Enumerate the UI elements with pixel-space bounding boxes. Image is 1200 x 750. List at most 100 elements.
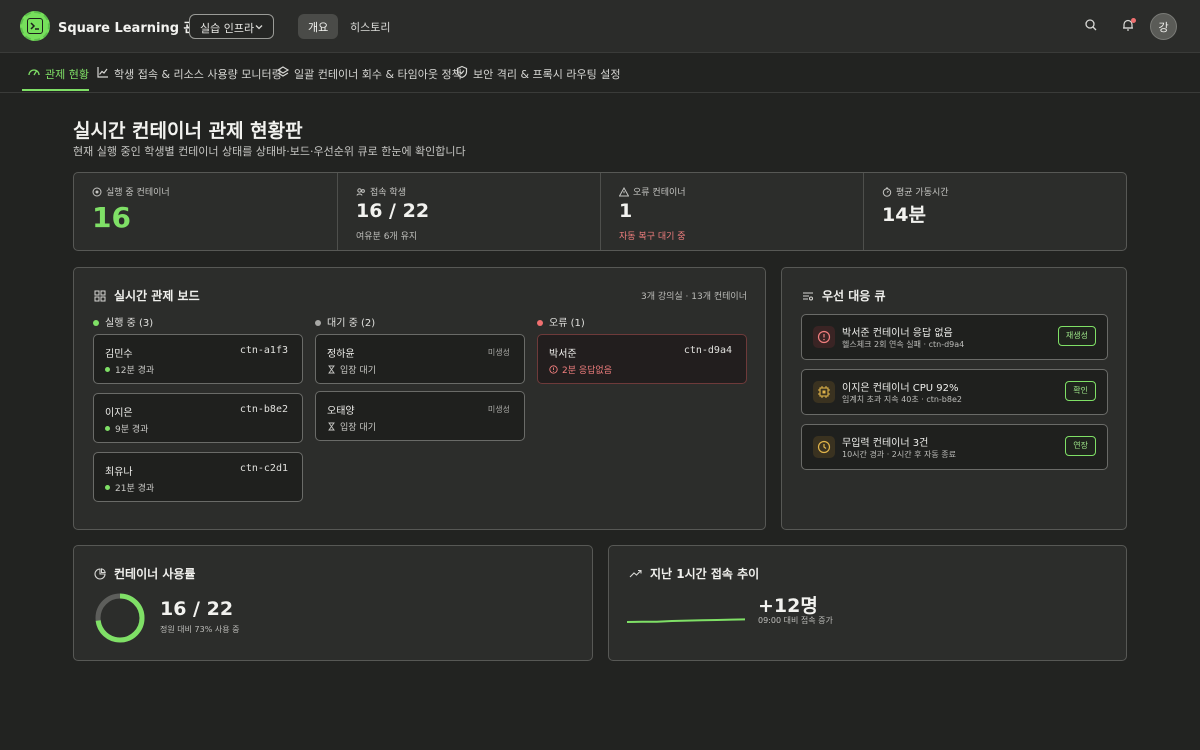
search-icon[interactable] — [1083, 17, 1101, 35]
terminal-icon — [27, 18, 43, 34]
board-title: 실시간 관제 보드 — [114, 289, 200, 303]
users-icon — [356, 188, 365, 196]
container-card[interactable]: 김민수 ctn-a1f3 12분 경과 — [93, 334, 303, 384]
queue-item[interactable]: 이지은 컨테이너 CPU 92% 임계치 초과 지속 40초 · ctn-b8e… — [801, 369, 1108, 415]
container-id: 미생성 — [487, 405, 510, 414]
column-header-waiting: 대기 중 (2) — [315, 314, 375, 329]
cpu-icon — [813, 381, 835, 403]
subnav-label: 보안 격리 & 프록시 라우팅 설정 — [473, 68, 621, 81]
top-bar: Square Learning 관제 실습 인프라 개요 히스토리 강 — [0, 0, 1200, 53]
trend-value: +12명 — [758, 595, 818, 617]
student-name: 오태양 — [327, 406, 355, 417]
container-card[interactable]: 최유나 ctn-c2d1 21분 경과 — [93, 452, 303, 502]
stat-errors: 오류 컨테이너 1 자동 복구 대기 중 — [601, 173, 864, 250]
usage-value: 16 / 22 — [160, 598, 234, 620]
environment-select-value: 실습 인프라 — [200, 22, 255, 35]
hourglass-icon — [328, 422, 335, 431]
waiting-status: 입장 대기 — [340, 366, 376, 376]
container-id: ctn-a1f3 — [239, 345, 288, 356]
queue-title: 우선 대응 큐 — [822, 289, 886, 303]
layers-icon — [276, 66, 290, 77]
queue-item-detail: 임계치 초과 지속 40초 · ctn-b8e2 — [842, 395, 962, 404]
container-id: 미생성 — [487, 348, 510, 357]
usage-title: 컨테이너 사용률 — [114, 567, 196, 581]
pie-chart-icon — [94, 568, 106, 580]
elapsed-time: 21분 경과 — [115, 484, 155, 494]
stat-note: 여유분 6개 유지 — [356, 232, 418, 242]
status-dot — [93, 320, 99, 326]
timer-icon — [882, 187, 892, 197]
recreate-button[interactable]: 재생성 — [1057, 326, 1096, 346]
stat-value: 1 — [619, 200, 633, 222]
priority-queue: 우선 대응 큐 박서준 컨테이너 응답 없음 헬스체크 2회 연속 실패 · c… — [781, 267, 1127, 530]
stat-students: 접속 학생 16 / 22 여유분 6개 유지 — [338, 173, 601, 250]
container-id: ctn-c2d1 — [239, 463, 288, 474]
subnav-label: 일괄 컨테이너 회수 & 타임아웃 정책 — [294, 68, 462, 81]
column-header-running: 실행 중 (3) — [93, 314, 153, 329]
stat-label: 접속 학생 — [370, 188, 406, 198]
student-name: 김민수 — [105, 349, 133, 360]
grid-icon — [94, 290, 106, 302]
student-name: 최유나 — [105, 467, 133, 478]
stat-running: 실행 중 컨테이너 16 — [74, 173, 338, 250]
waiting-status: 입장 대기 — [340, 423, 376, 433]
realtime-board: 실시간 관제 보드 3개 강의실 · 13개 컨테이너 실행 중 (3) 김민수… — [73, 267, 766, 530]
chevron-down-icon — [255, 25, 263, 30]
app-logo[interactable] — [20, 11, 50, 41]
tab-history[interactable]: 히스토리 — [340, 14, 400, 39]
usage-panel: 컨테이너 사용률 16 / 22 정원 대비 73% 사용 중 — [73, 545, 593, 661]
student-name: 정하윤 — [327, 349, 355, 360]
student-name: 박서준 — [549, 349, 577, 360]
target-icon — [92, 187, 102, 197]
usage-subtitle: 정원 대비 73% 사용 중 — [160, 625, 240, 634]
alert-circle-icon — [549, 365, 558, 374]
container-id: ctn-b8e2 — [239, 404, 288, 415]
stats-bar: 실행 중 컨테이너 16 접속 학생 16 / 22 여유분 6개 유지 오류 … — [73, 172, 1127, 251]
tab-overview[interactable]: 개요 — [298, 14, 339, 39]
elapsed-time: 9분 경과 — [115, 425, 149, 435]
elapsed-time: 12분 경과 — [115, 366, 155, 376]
status-dot — [537, 320, 543, 326]
warning-icon — [618, 186, 630, 197]
running-dot — [105, 426, 110, 431]
container-card[interactable]: 정하윤 미생성 입장 대기 — [315, 334, 525, 384]
environment-select[interactable]: 실습 인프라 — [189, 14, 274, 39]
trend-subtitle: 09:00 대비 접속 증가 — [758, 616, 833, 625]
usage-ring — [95, 593, 145, 643]
error-status: 2분 응답없음 — [562, 366, 612, 376]
queue-item-detail: 10시간 경과 · 2시간 후 자동 종료 — [842, 450, 957, 459]
status-dot — [315, 320, 321, 326]
queue-item-title: 무입력 컨테이너 3건 — [842, 438, 929, 449]
brand-name: Square Learning 관제 — [58, 21, 208, 36]
column-label: 오류 (1) — [549, 318, 585, 329]
hourglass-icon — [328, 365, 335, 374]
subnav-label: 관제 현황 — [45, 68, 89, 81]
queue-item-title: 박서준 컨테이너 응답 없음 — [842, 328, 953, 339]
avatar[interactable]: 강 — [1150, 13, 1177, 40]
running-dot — [105, 485, 110, 490]
queue-item[interactable]: 박서준 컨테이너 응답 없음 헬스체크 2회 연속 실패 · ctn-d9a4 … — [801, 314, 1108, 360]
container-card[interactable]: 이지은 ctn-b8e2 9분 경과 — [93, 393, 303, 443]
stat-value: 14분 — [882, 204, 926, 226]
clock-icon — [813, 436, 835, 458]
active-tab-indicator — [22, 89, 89, 91]
list-filter-icon — [803, 292, 813, 301]
board-meta: 3개 강의실 · 13개 컨테이너 — [640, 292, 747, 302]
container-card[interactable]: 오태양 미생성 입장 대기 — [315, 391, 525, 441]
line-chart-icon — [97, 67, 108, 78]
confirm-button[interactable]: 확인 — [1065, 381, 1096, 401]
queue-item[interactable]: 무입력 컨테이너 3건 10시간 경과 · 2시간 후 자동 종료 연장 — [801, 424, 1108, 470]
trend-sparkline — [627, 618, 746, 623]
column-label: 대기 중 (2) — [327, 318, 376, 329]
trend-title: 지난 1시간 접속 추이 — [650, 567, 760, 581]
stat-label: 실행 중 컨테이너 — [106, 188, 170, 198]
page-title: 실시간 컨테이너 관제 현황판 — [73, 120, 303, 142]
notification-badge — [1131, 18, 1136, 23]
sub-navigation: 관제 현황 학생 접속 & 리소스 사용량 모니터링 일괄 컨테이너 회수 & … — [0, 53, 1200, 93]
student-name: 이지은 — [105, 408, 133, 419]
stat-uptime: 평균 가동시간 14분 — [864, 173, 1126, 250]
extend-button[interactable]: 연장 — [1065, 436, 1096, 456]
queue-item-detail: 헬스체크 2회 연속 실패 · ctn-d9a4 — [842, 340, 965, 349]
column-header-error: 오류 (1) — [537, 314, 585, 329]
container-card[interactable]: 박서준 ctn-d9a4 2분 응답없음 — [537, 334, 747, 384]
